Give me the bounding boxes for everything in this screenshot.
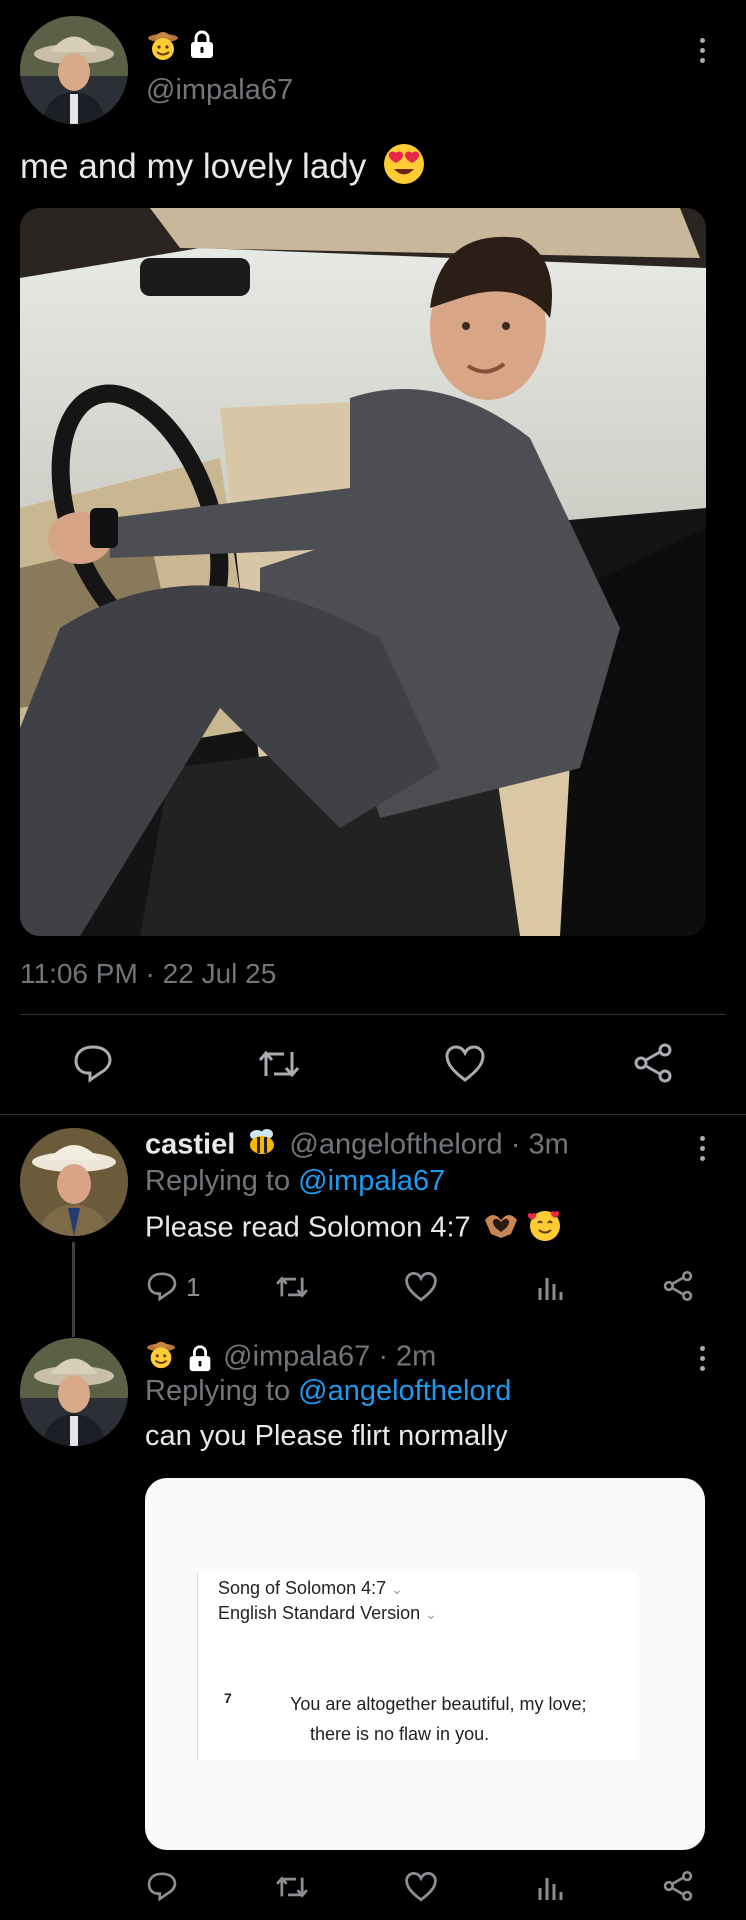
reply-action-bar: 1 — [0, 1268, 746, 1308]
heart-eyes-emoji — [382, 142, 426, 195]
tweet-timestamp[interactable]: 11:06 PM · 22 Jul 25 — [20, 958, 276, 990]
author-avatar[interactable] — [20, 16, 128, 124]
reply-handle[interactable]: @impala67 — [223, 1341, 370, 1373]
verse-line-1: You are altogether beautiful, my love; — [290, 1694, 587, 1714]
share-icon[interactable] — [662, 1870, 694, 1902]
bible-verse-card: Song of Solomon 4:7 ⌄ English Standard V… — [197, 1572, 636, 1760]
chevron-down-icon: ⌄ — [425, 1606, 437, 1622]
like-icon[interactable] — [404, 1271, 438, 1303]
retweet-icon[interactable] — [256, 1044, 302, 1084]
smiling-face-with-hearts-emoji — [527, 1208, 563, 1250]
verse-line-2: there is no flaw in you. — [310, 1724, 490, 1744]
replying-to-line: Replying to @impala67 — [145, 1165, 446, 1197]
mention-link[interactable]: @impala67 — [298, 1165, 445, 1197]
divider — [0, 1114, 746, 1115]
reply-header: castiel @angelofthelord · 3m — [145, 1128, 569, 1164]
share-icon[interactable] — [632, 1042, 674, 1084]
reply-text: Please read Solomon 4:7 — [145, 1208, 563, 1250]
retweet-icon[interactable] — [274, 1271, 310, 1303]
more-options-icon[interactable] — [697, 1346, 707, 1371]
reply-icon[interactable] — [72, 1042, 114, 1084]
reply-action-bar — [0, 1868, 746, 1908]
bible-version[interactable]: English Standard Version ⌄ — [218, 1603, 437, 1624]
tweet-photo[interactable] — [20, 208, 706, 936]
mention-link[interactable]: @angelofthelord — [298, 1375, 511, 1407]
verse-number: 7 — [224, 1690, 232, 1706]
reply-icon[interactable] — [146, 1270, 178, 1302]
reply-time: · 3m — [510, 1128, 569, 1161]
verse-reference[interactable]: Song of Solomon 4:7 ⌄ — [218, 1578, 403, 1599]
more-options-icon[interactable] — [697, 1136, 707, 1161]
reply-icon[interactable] — [146, 1870, 178, 1902]
reply-text: can you Please flirt normally — [145, 1420, 508, 1452]
like-icon[interactable] — [444, 1044, 486, 1084]
views-icon[interactable] — [536, 1272, 566, 1302]
reply-time: · 2m — [378, 1340, 437, 1373]
like-icon[interactable] — [404, 1871, 438, 1903]
reply-handle[interactable]: @angelofthelord — [289, 1129, 502, 1161]
reply-avatar-impala67[interactable] — [20, 1338, 128, 1446]
heart-hands-emoji — [483, 1210, 519, 1248]
tweet-action-bar — [0, 1040, 746, 1090]
display-name[interactable]: castiel — [145, 1129, 235, 1161]
more-options-icon[interactable] — [697, 38, 707, 63]
replying-to-line: Replying to @angelofthelord — [145, 1375, 512, 1407]
author-handle[interactable]: @impala67 — [146, 74, 293, 107]
share-icon[interactable] — [662, 1270, 694, 1302]
cowboy-face-emoji — [145, 1338, 177, 1378]
lock-icon — [185, 1343, 215, 1373]
retweet-icon[interactable] — [274, 1871, 310, 1903]
reply-header: @impala67 · 2m — [145, 1338, 436, 1378]
views-icon[interactable] — [536, 1872, 566, 1902]
bee-emoji — [247, 1128, 277, 1164]
tweet-text: me and my lovely lady — [20, 142, 426, 195]
lock-icon — [186, 28, 218, 60]
reply-count: 1 — [186, 1272, 201, 1302]
reply-avatar-castiel[interactable] — [20, 1128, 128, 1236]
attached-image[interactable]: Song of Solomon 4:7 ⌄ English Standard V… — [145, 1478, 705, 1850]
chevron-down-icon: ⌄ — [391, 1581, 403, 1597]
divider — [20, 1014, 726, 1015]
cowboy-face-emoji — [146, 28, 180, 67]
